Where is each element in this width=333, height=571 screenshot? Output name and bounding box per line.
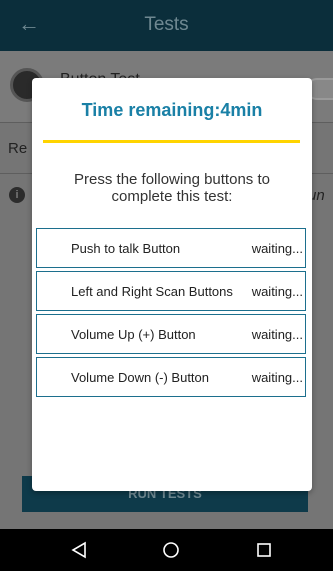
- test-row: Volume Down (-) Button waiting...: [36, 357, 306, 397]
- test-status: waiting...: [251, 327, 303, 342]
- test-row: Push to talk Button waiting...: [36, 228, 306, 268]
- test-dialog: Time remaining:4min Press the following …: [32, 78, 312, 491]
- test-status: waiting...: [251, 370, 303, 385]
- test-status: waiting...: [251, 241, 303, 256]
- test-row: Volume Up (+) Button waiting...: [36, 314, 306, 354]
- square-recents-icon[interactable]: [251, 537, 277, 563]
- app-bar: ← Tests: [0, 0, 333, 51]
- test-list: Push to talk Button waiting... Left and …: [36, 228, 306, 400]
- test-name: Volume Up (+) Button: [71, 327, 196, 342]
- triangle-back-icon[interactable]: [66, 537, 92, 563]
- info-icon: i: [9, 187, 25, 203]
- results-label: Re: [8, 140, 28, 157]
- dialog-instruction: Press the following buttons to complete …: [74, 171, 270, 205]
- test-name: Left and Right Scan Buttons: [71, 284, 233, 299]
- circle-home-icon[interactable]: [158, 537, 184, 563]
- test-name: Volume Down (-) Button: [71, 370, 210, 385]
- title-divider: [43, 140, 300, 143]
- navigation-bar: [0, 529, 333, 571]
- test-status: waiting...: [251, 284, 303, 299]
- test-row: Left and Right Scan Buttons waiting...: [36, 271, 306, 311]
- dialog-title: Time remaining:4min: [81, 100, 263, 120]
- page-title: Tests: [144, 14, 189, 35]
- test-name: Push to talk Button: [71, 241, 181, 256]
